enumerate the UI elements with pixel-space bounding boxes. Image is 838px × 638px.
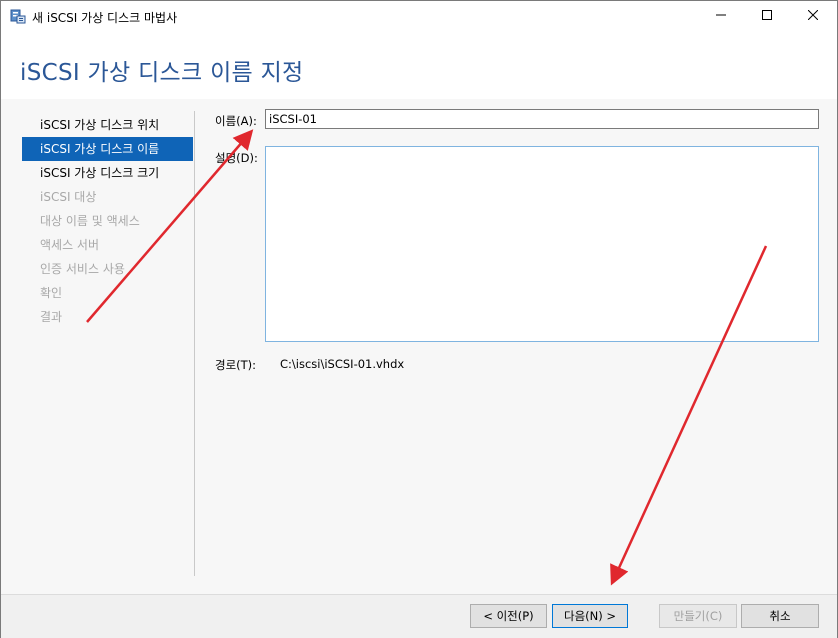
window-title: 새 iSCSI 가상 디스크 마법사 — [32, 11, 178, 25]
wizard-steps-nav: iSCSI 가상 디스크 위치 iSCSI 가상 디스크 이름 iSCSI 가상… — [22, 113, 193, 329]
nav-divider — [194, 111, 195, 576]
description-label: 설명(D): — [215, 151, 258, 165]
close-icon — [807, 9, 819, 23]
path-value: C:\iscsi\iSCSI-01.vhdx — [280, 357, 405, 371]
create-button: 만들기(C) — [659, 604, 737, 628]
path-label: 경로(T): — [215, 358, 257, 372]
wizard-window: 새 iSCSI 가상 디스크 마법사 iSCSI 가상 디스크 이름 지정 iS… — [0, 0, 838, 638]
iscsi-wizard-icon — [10, 8, 26, 24]
nav-item-access-servers: 액세스 서버 — [40, 238, 100, 252]
close-button[interactable] — [790, 1, 836, 31]
page-title: iSCSI 가상 디스크 이름 지정 — [20, 60, 304, 86]
nav-item-disk-name[interactable]: iSCSI 가상 디스크 이름 — [22, 137, 193, 161]
nav-item-disk-size[interactable]: iSCSI 가상 디스크 크기 — [22, 161, 193, 185]
wizard-header: iSCSI 가상 디스크 이름 지정 — [1, 31, 837, 99]
description-input[interactable] — [265, 146, 819, 342]
nav-item-enable-auth: 인증 서비스 사용 — [40, 262, 125, 276]
next-button[interactable]: 다음(N) > — [552, 604, 628, 628]
minimize-button[interactable] — [698, 1, 744, 31]
nav-item-target-name-access: 대상 이름 및 액세스 — [40, 214, 140, 228]
cancel-button[interactable]: 취소 — [741, 604, 819, 628]
maximize-button[interactable] — [744, 1, 790, 31]
name-input[interactable] — [265, 109, 819, 129]
previous-button[interactable]: < 이전(P) — [470, 604, 547, 628]
nav-item-results: 결과 — [40, 310, 63, 324]
nav-item-iscsi-target: iSCSI 대상 — [40, 190, 97, 204]
nav-item-disk-location[interactable]: iSCSI 가상 디스크 위치 — [22, 113, 193, 137]
nav-item-confirmation: 확인 — [40, 286, 63, 300]
maximize-icon — [762, 9, 772, 23]
name-label: 이름(A): — [215, 114, 257, 128]
title-bar[interactable]: 새 iSCSI 가상 디스크 마법사 — [1, 1, 837, 31]
minimize-icon — [716, 9, 726, 23]
